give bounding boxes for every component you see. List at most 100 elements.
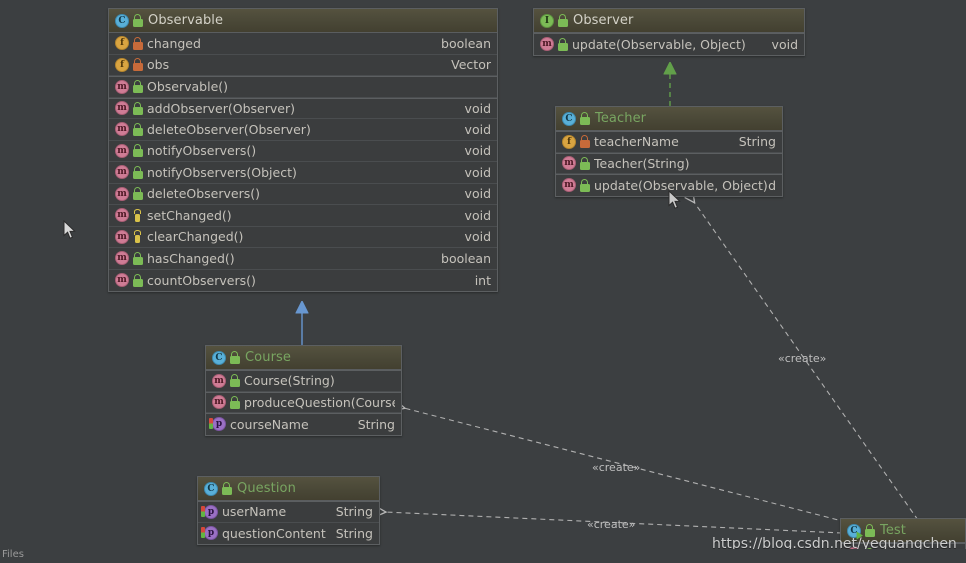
uml-member-row[interactable]: f teacherName String (556, 131, 782, 153)
method-icon: m (115, 208, 129, 223)
uml-class-teacher[interactable]: C Teacher f teacherName String m Teacher(Strin… (555, 106, 783, 197)
uml-class-question[interactable]: C Question p userName String p questionContent… (197, 476, 380, 545)
uml-member-name: update(Observable, Object) (594, 177, 768, 193)
edge-test-creates-course (404, 408, 847, 523)
uml-class-observable[interactable]: C Observable f changed boolean f obs Vector m Obs… (108, 8, 498, 292)
uml-class-title-question: Question (237, 481, 296, 496)
uml-member-name: changed (147, 35, 201, 51)
uml-member-row[interactable]: m deleteObservers() void (109, 183, 497, 205)
uml-member-name: Observable() (147, 79, 229, 95)
property-icon: p (201, 504, 218, 519)
method-icon: m (212, 395, 226, 410)
visibility-public-icon (229, 395, 240, 409)
visibility-public-icon (557, 14, 568, 27)
method-icon: m (212, 373, 226, 388)
uml-member-row[interactable]: m Observable() (109, 76, 497, 98)
edge-test-creates-teacher (694, 202, 919, 521)
method-icon: m (115, 165, 129, 180)
uml-member-row[interactable]: m clearChanged() void (109, 226, 497, 248)
uml-member-row[interactable]: m addObserver(Observer) void (109, 97, 497, 119)
uml-member-row[interactable]: p courseName String (206, 413, 401, 435)
edge-label-create-question: «create» (587, 518, 636, 531)
visibility-public-icon (132, 14, 143, 27)
uml-member-row[interactable]: m update(Observable, Object) void (534, 33, 804, 55)
visibility-private-icon (579, 135, 590, 149)
uml-member-row[interactable]: m countObservers() int (109, 269, 497, 291)
uml-member-name: deleteObserver(Observer) (147, 121, 311, 137)
method-icon: m (115, 186, 129, 201)
uml-member-type: void (464, 229, 491, 245)
uml-member-type: void (464, 143, 491, 159)
visibility-public-icon (132, 187, 143, 201)
visibility-public-icon (132, 273, 143, 287)
uml-member-type: String (738, 134, 776, 150)
uml-member-name: notifyObservers(Object) (147, 164, 297, 180)
uml-member-name: Teacher(String) (594, 155, 690, 171)
method-icon: m (562, 178, 576, 193)
uml-member-type: boolean (441, 35, 491, 51)
field-icon: f (562, 134, 576, 149)
mouse-cursor-primary (63, 220, 76, 239)
visibility-public-icon (579, 156, 590, 170)
uml-member-name: notifyObservers() (147, 143, 257, 159)
uml-member-type: d (768, 177, 776, 193)
class-icon: C (115, 13, 129, 28)
uml-member-name: countObservers() (147, 272, 256, 288)
uml-class-observer[interactable]: I Observer m update(Observable, Object) void (533, 8, 805, 56)
visibility-public-icon (132, 251, 143, 265)
uml-member-row[interactable]: m notifyObservers() void (109, 140, 497, 162)
uml-member-row[interactable]: m hasChanged() boolean (109, 248, 497, 270)
edge-label-create-teacher: «create» (778, 352, 827, 365)
uml-member-name: produceQuestion(Course (244, 394, 395, 410)
field-icon: f (115, 36, 129, 51)
uml-member-row[interactable]: m deleteObserver(Observer) void (109, 119, 497, 141)
method-icon: m (115, 143, 129, 158)
visibility-public-icon (132, 101, 143, 115)
uml-class-header-question[interactable]: C Question (198, 477, 379, 501)
uml-class-header-observer[interactable]: I Observer (534, 9, 804, 33)
uml-class-header-teacher[interactable]: C Teacher (556, 107, 782, 131)
status-bar-files-label: Files (2, 549, 24, 560)
visibility-public-icon (229, 374, 240, 388)
uml-diagram-canvas[interactable]: «create» «create» «create» C Observable f c… (0, 0, 966, 563)
uml-member-type: void (464, 100, 491, 116)
uml-class-title-observable: Observable (148, 13, 224, 28)
method-icon: m (115, 229, 129, 244)
method-icon: m (562, 156, 576, 171)
uml-member-row[interactable]: f changed boolean (109, 33, 497, 55)
uml-member-name: clearChanged() (147, 229, 244, 245)
uml-member-row[interactable]: p questionContent String (198, 522, 379, 544)
method-icon: m (115, 273, 129, 288)
uml-member-type: void (464, 186, 491, 202)
uml-member-type: void (771, 36, 798, 52)
uml-member-row[interactable]: m notifyObservers(Object) void (109, 162, 497, 184)
property-icon: p (209, 417, 226, 432)
uml-member-type: String (335, 525, 373, 541)
visibility-public-icon (579, 178, 590, 192)
method-icon: m (115, 122, 129, 137)
uml-member-name: hasChanged() (147, 250, 235, 266)
uml-member-row[interactable]: m setChanged() void (109, 205, 497, 227)
uml-class-title-teacher: Teacher (595, 111, 647, 126)
visibility-public-icon (132, 80, 143, 94)
uml-class-course[interactable]: C Course m Course(String) m produceQuestion(C… (205, 345, 402, 436)
uml-member-row[interactable]: p userName String (198, 501, 379, 523)
field-icon: f (115, 57, 129, 72)
uml-member-type: void (464, 207, 491, 223)
uml-member-row[interactable]: m update(Observable, Object) d (556, 174, 782, 196)
uml-member-type: String (357, 416, 395, 432)
uml-member-name: addObserver(Observer) (147, 100, 295, 116)
uml-member-type: boolean (441, 250, 491, 266)
uml-class-header-observable[interactable]: C Observable (109, 9, 497, 33)
method-icon: m (115, 79, 129, 94)
uml-member-row[interactable]: f obs Vector (109, 54, 497, 76)
uml-member-row[interactable]: m Teacher(String) (556, 152, 782, 174)
uml-member-name: deleteObservers() (147, 186, 260, 202)
uml-class-header-course[interactable]: C Course (206, 346, 401, 370)
uml-member-row[interactable]: m produceQuestion(Course (206, 391, 401, 413)
uml-member-name: questionContent (222, 525, 326, 541)
uml-member-row[interactable]: m Course(String) (206, 370, 401, 392)
edge-test-creates-question (385, 512, 843, 534)
visibility-public-icon (557, 37, 568, 51)
visibility-public-icon (132, 165, 143, 179)
